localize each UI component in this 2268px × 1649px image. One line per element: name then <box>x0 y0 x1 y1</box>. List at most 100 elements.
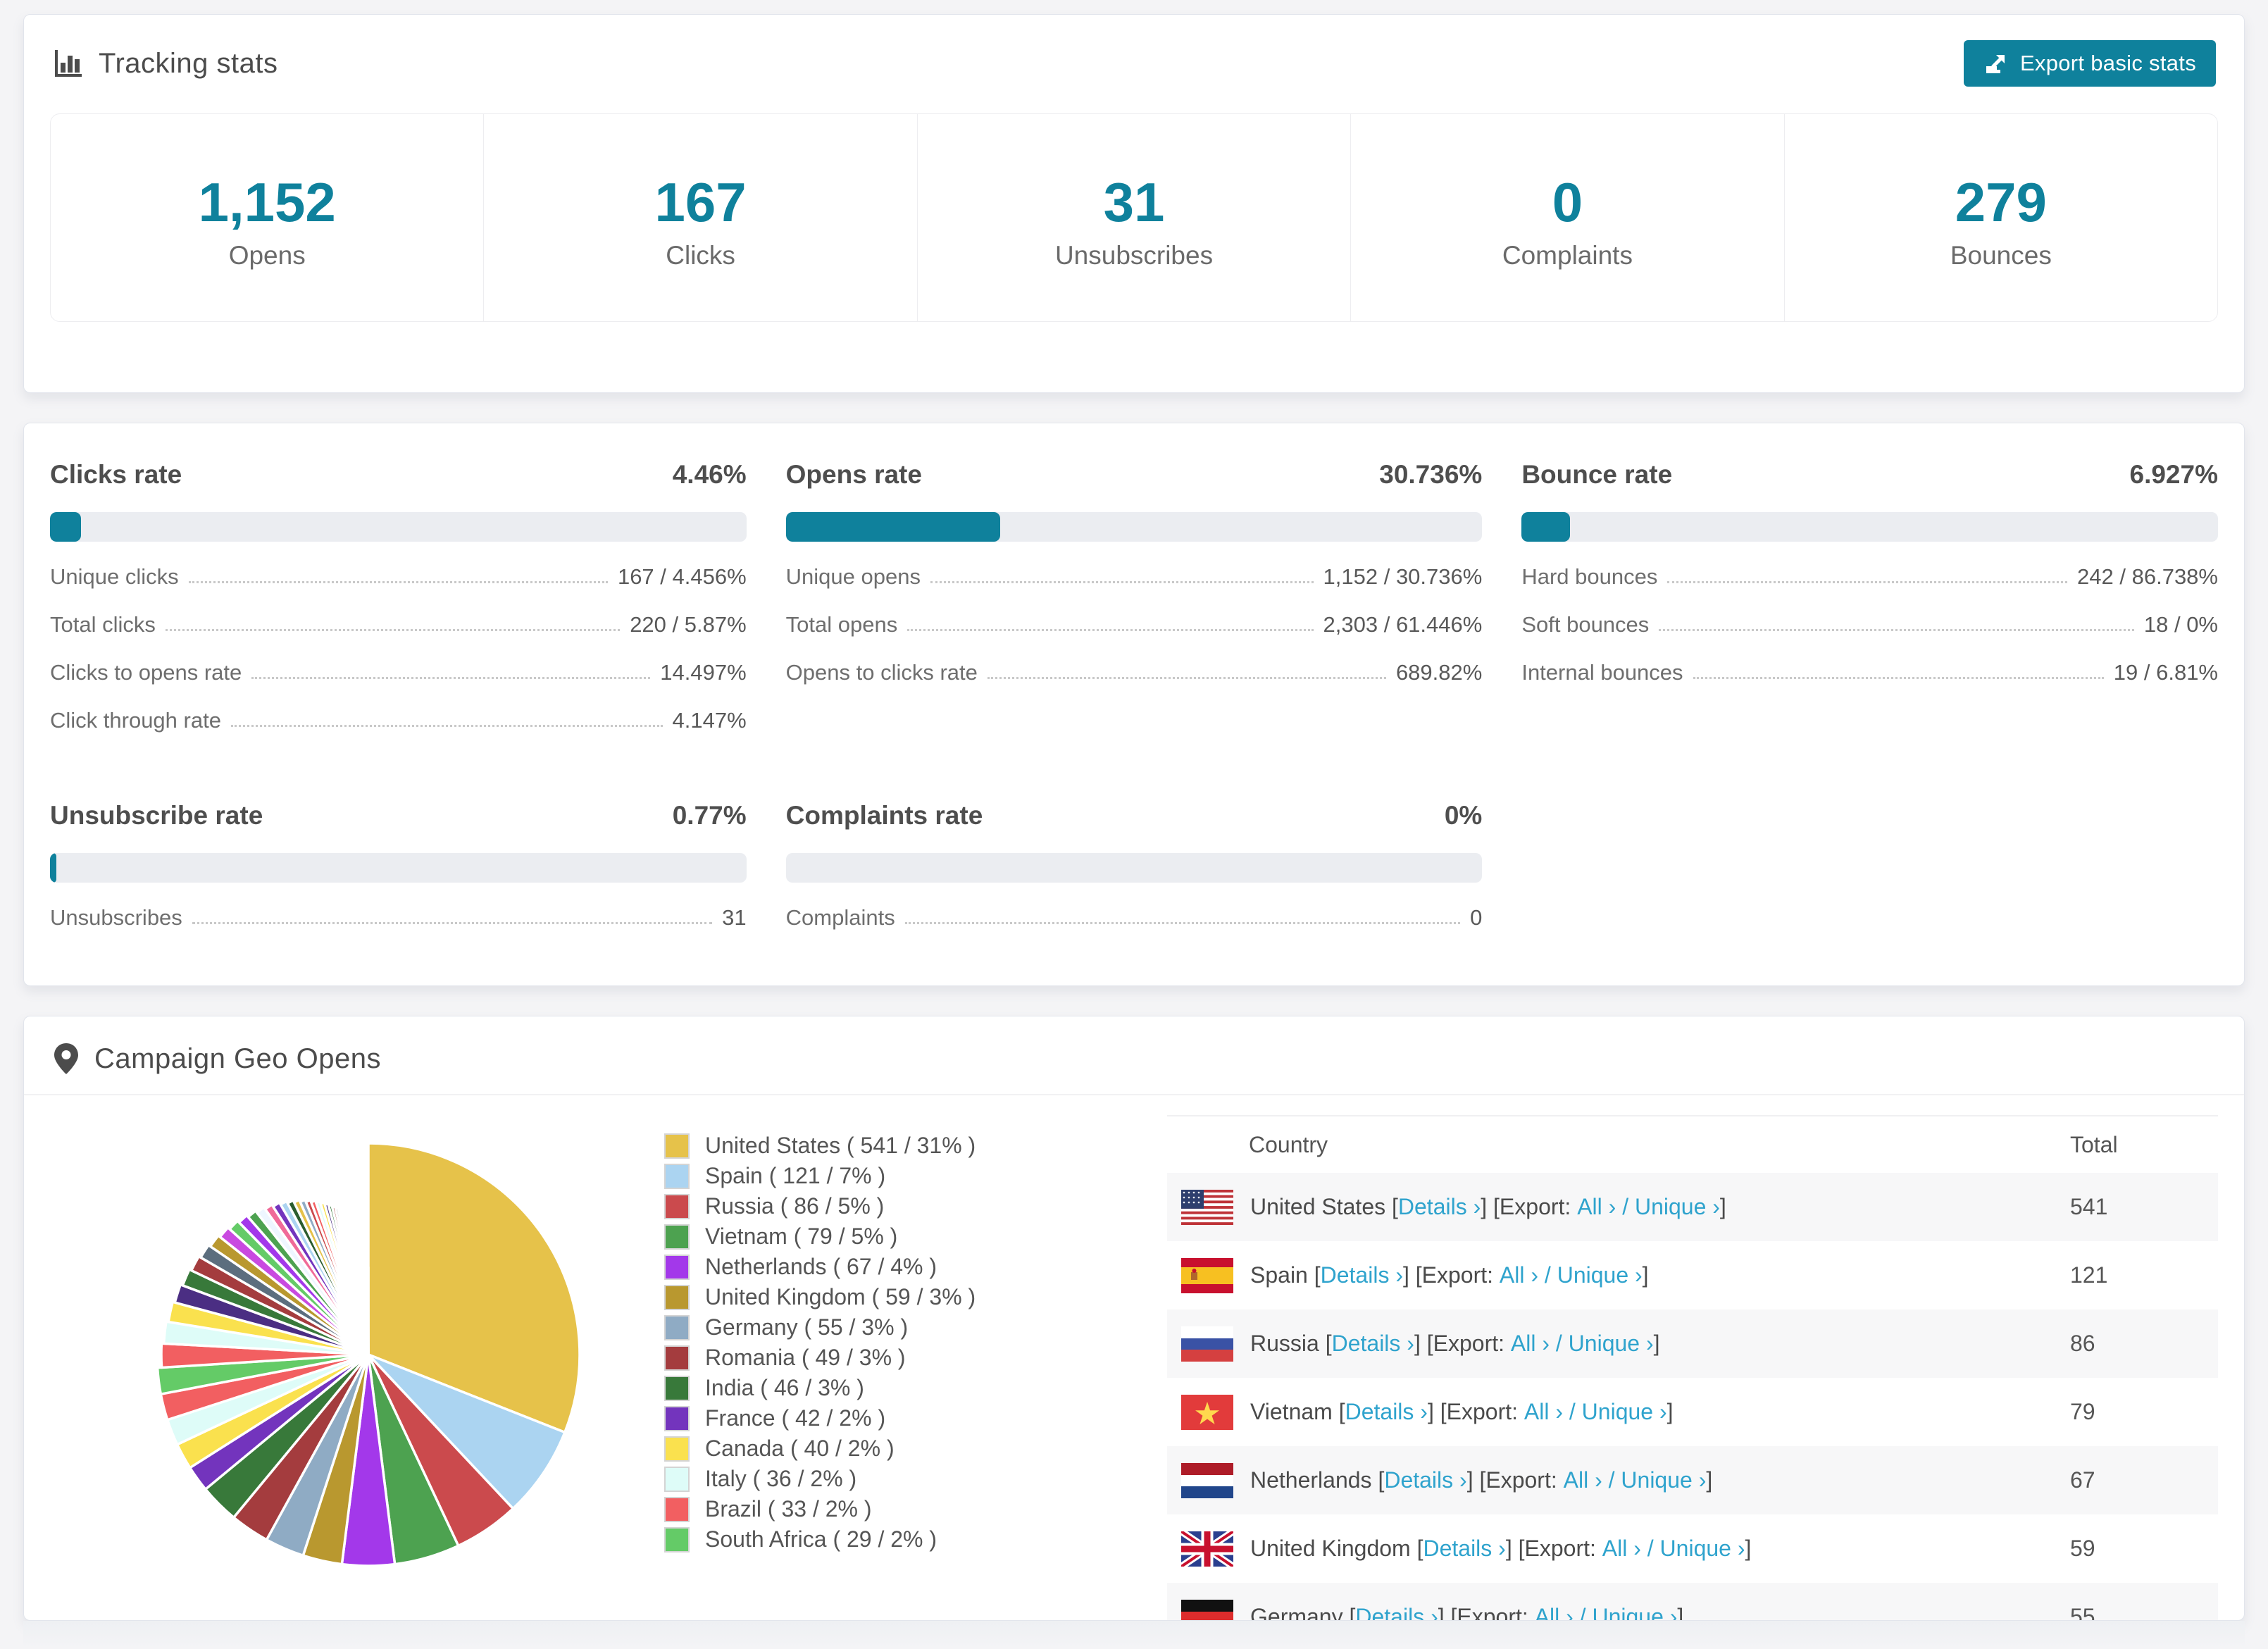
legend-item: Spain ( 121 / 7% ) <box>664 1161 1011 1191</box>
legend-item: Vietnam ( 79 / 5% ) <box>664 1221 1011 1252</box>
geo-table-row: Germany [Details ›] [Export: All › / Uni… <box>1167 1583 2218 1621</box>
legend-swatch <box>664 1497 690 1522</box>
details-link[interactable]: Details › <box>1423 1536 1505 1562</box>
bracket-text: ] <box>1706 1467 1712 1493</box>
rate-detail-row: Hard bounces242 / 86.738% <box>1521 564 2218 590</box>
country-cell: Netherlands [Details ›] [Export: All › /… <box>1167 1463 2070 1498</box>
dotted-leader <box>231 725 663 727</box>
rate-detail-row: Unique clicks167 / 4.456% <box>50 564 747 590</box>
rate-detail-value: 18 / 0% <box>2144 612 2218 637</box>
rate-value: 6.927% <box>2130 460 2219 490</box>
rate-head: Complaints rate 0% <box>786 801 1483 830</box>
export-unique-link[interactable]: Unique › <box>1582 1399 1667 1425</box>
rate-block-unsubscribe-rate: Unsubscribe rate0.77%Unsubscribes31 <box>50 801 747 931</box>
export-all-link[interactable]: All › <box>1577 1194 1616 1220</box>
rate-detail-row: Soft bounces 18 / 0% <box>1521 612 2218 637</box>
legend-swatch <box>664 1436 690 1462</box>
rate-name: Bounce rate <box>1521 460 1672 490</box>
rate-detail-label: Total opens <box>786 612 898 637</box>
rates-card: Clicks rate4.46%Unique clicks167 / 4.456… <box>23 423 2245 986</box>
rate-detail-row: Clicks to opens rate14.497% <box>50 660 747 685</box>
link-separator: / <box>1550 1331 1569 1357</box>
export-all-link[interactable]: All › <box>1564 1467 1602 1493</box>
rate-detail-row: Opens to clicks rate689.82% <box>786 660 1483 685</box>
total-value: 79 <box>2070 1399 2218 1425</box>
details-link[interactable]: Details › <box>1398 1194 1481 1220</box>
geo-title: Campaign Geo Opens <box>94 1043 381 1075</box>
geo-table: Country Total United States [Details ›] … <box>1167 1115 2218 1621</box>
rate-detail-label: Soft bounces <box>1521 612 1649 637</box>
rate-value: 0% <box>1445 801 1482 830</box>
rate-detail-row: Complaints0 <box>786 905 1483 931</box>
rate-detail-row: Internal bounces19 / 6.81% <box>1521 660 2218 685</box>
rate-head: Opens rate30.736% <box>786 460 1483 490</box>
bracket-text: ] [Export: <box>1506 1536 1602 1562</box>
rate-detail-row: Total opens2,303 / 61.446% <box>786 612 1483 637</box>
bar-chart-icon <box>52 47 85 80</box>
link-separator: / <box>1602 1467 1621 1493</box>
geo-header: Campaign Geo Opens <box>24 1016 2244 1095</box>
rate-detail-label: Complaints <box>786 905 895 931</box>
export-all-link[interactable]: All › <box>1511 1331 1550 1357</box>
legend-label: Brazil ( 33 / 2% ) <box>705 1496 872 1522</box>
vn-flag <box>1181 1395 1250 1430</box>
export-unique-link[interactable]: Unique › <box>1621 1467 1706 1493</box>
legend-item: France ( 42 / 2% ) <box>664 1403 1011 1433</box>
rate-block-bounce-rate: Bounce rate 6.927% Hard bounces242 / 86.73… <box>1521 460 2218 733</box>
rate-progress-bar <box>786 512 1483 542</box>
details-link[interactable]: Details › <box>1345 1399 1428 1425</box>
export-all-link[interactable]: All › <box>1535 1604 1574 1621</box>
legend-swatch <box>664 1285 690 1310</box>
export-unique-link[interactable]: Unique › <box>1660 1536 1745 1562</box>
tracking-stats-card: Tracking stats Export basic stats 1,152O… <box>23 14 2245 393</box>
bracket-text: ] <box>1745 1536 1752 1562</box>
export-basic-stats-button[interactable]: Export basic stats <box>1964 40 2216 87</box>
rate-detail-value: 4.147% <box>673 708 747 733</box>
stat-value: 0 <box>1351 175 1783 230</box>
export-unique-link[interactable]: Unique › <box>1569 1331 1654 1357</box>
country-cell: Russia [Details ›] [Export: All › / Uniq… <box>1167 1326 2070 1362</box>
dotted-leader <box>905 922 1460 924</box>
legend-swatch <box>664 1255 690 1280</box>
bracket-text: ] <box>1677 1604 1683 1621</box>
page-bottom-shade <box>23 1621 2245 1649</box>
rate-progress-fill <box>50 853 56 883</box>
rate-detail-label: Unique opens <box>786 564 921 590</box>
rate-detail-value: 242 / 86.738% <box>2077 564 2218 590</box>
legend-item: Russia ( 86 / 5% ) <box>664 1191 1011 1221</box>
rate-block-complaints-rate: Complaints rate 0% Complaints0 <box>786 801 1483 931</box>
summary-stat-bounces: 279Bounces <box>1785 114 2217 321</box>
export-all-link[interactable]: All › <box>1602 1536 1641 1562</box>
details-link[interactable]: Details › <box>1355 1604 1438 1621</box>
export-unique-link[interactable]: Unique › <box>1557 1262 1643 1288</box>
export-button-label: Export basic stats <box>2020 51 2196 76</box>
dotted-leader <box>192 922 712 924</box>
dotted-leader <box>251 677 650 679</box>
nl-flag <box>1181 1463 1250 1498</box>
geo-table-row: United States [Details ›] [Export: All ›… <box>1167 1173 2218 1241</box>
export-all-link[interactable]: All › <box>1524 1399 1563 1425</box>
legend-item: Germany ( 55 / 3% ) <box>664 1312 1011 1343</box>
details-link[interactable]: Details › <box>1384 1467 1466 1493</box>
geo-pie-chart <box>140 1122 597 1621</box>
bracket-text: ] [Export: <box>1428 1399 1524 1425</box>
geo-table-row: Netherlands [Details ›] [Export: All › /… <box>1167 1446 2218 1514</box>
export-unique-link[interactable]: Unique › <box>1635 1194 1720 1220</box>
rate-name: Complaints rate <box>786 801 983 830</box>
rate-block-opens-rate: Opens rate30.736%Unique opens1,152 / 30.… <box>786 460 1483 733</box>
page-title: Tracking stats <box>99 48 278 80</box>
legend-label: Spain ( 121 / 7% ) <box>705 1163 885 1189</box>
export-all-link[interactable]: All › <box>1500 1262 1538 1288</box>
export-unique-link[interactable]: Unique › <box>1592 1604 1677 1621</box>
legend-label: Russia ( 86 / 5% ) <box>705 1193 884 1219</box>
legend-swatch <box>664 1133 690 1159</box>
legend-item: United Kingdom ( 59 / 3% ) <box>664 1282 1011 1312</box>
rate-block-clicks-rate: Clicks rate4.46%Unique clicks167 / 4.456… <box>50 460 747 733</box>
details-link[interactable]: Details › <box>1332 1331 1414 1357</box>
legend-label: Vietnam ( 79 / 5% ) <box>705 1224 897 1250</box>
country-name: Germany [ <box>1250 1604 1355 1621</box>
details-link[interactable]: Details › <box>1321 1262 1403 1288</box>
us-flag <box>1181 1190 1250 1225</box>
geo-table-header: Country Total <box>1167 1115 2218 1173</box>
rate-detail-value: 14.497% <box>660 660 746 685</box>
